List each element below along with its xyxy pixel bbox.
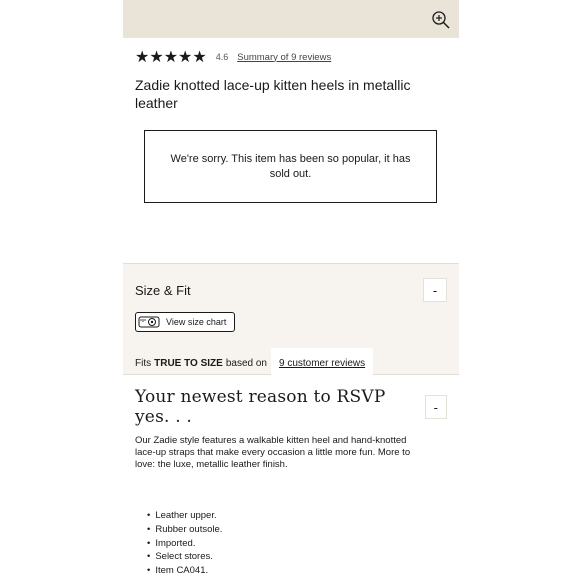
image-top-bar: [123, 0, 459, 38]
zoom-in-icon[interactable]: [431, 10, 451, 30]
description-body: Our Zadie style features a walkable kitt…: [135, 435, 411, 470]
list-item: Rubber outsole.: [147, 523, 447, 537]
product-summary: ★★★★★ 4.6 Summary of 9 reviews Zadie kno…: [123, 38, 459, 263]
view-size-chart-button[interactable]: View size chart: [135, 312, 236, 332]
list-item: Select stores.: [147, 550, 447, 564]
size-fit-collapse-button[interactable]: -: [423, 278, 447, 302]
list-item: Imported.: [147, 537, 447, 551]
details-list: Leather upper. Rubber outsole. Imported.…: [147, 509, 447, 578]
size-fit-section: Size & Fit - View size chart Fits TRUE T…: [123, 264, 459, 379]
product-page: ★★★★★ 4.6 Summary of 9 reviews Zadie kno…: [123, 0, 459, 580]
list-item: Leather upper.: [147, 509, 447, 523]
description-title: Your newest reason to RSVP yes. . .: [135, 387, 386, 427]
list-item: Item CA041.: [147, 564, 447, 578]
measuring-tape-icon: [138, 316, 160, 328]
sold-out-notice: We're sorry. This item has been so popul…: [144, 130, 437, 203]
rating-row: ★★★★★ 4.6 Summary of 9 reviews: [135, 49, 447, 66]
description-section: Your newest reason to RSVP yes. . . - Ou…: [123, 375, 459, 580]
fits-middle: based on: [225, 358, 267, 369]
reviews-summary-link[interactable]: Summary of 9 reviews: [237, 52, 331, 63]
star-rating-icon: ★★★★★: [135, 49, 207, 66]
description-collapse-button[interactable]: -: [424, 395, 447, 419]
fits-prefix: Fits: [135, 358, 152, 369]
product-title: Zadie knotted lace-up kitten heels in me…: [135, 77, 411, 111]
sold-out-message: We're sorry. This item has been so popul…: [170, 152, 411, 180]
size-fit-title: Size & Fit: [135, 282, 191, 298]
rating-value: 4.6: [215, 52, 229, 62]
view-size-chart-label: View size chart: [166, 317, 227, 327]
fits-value: TRUE TO SIZE: [154, 358, 223, 369]
